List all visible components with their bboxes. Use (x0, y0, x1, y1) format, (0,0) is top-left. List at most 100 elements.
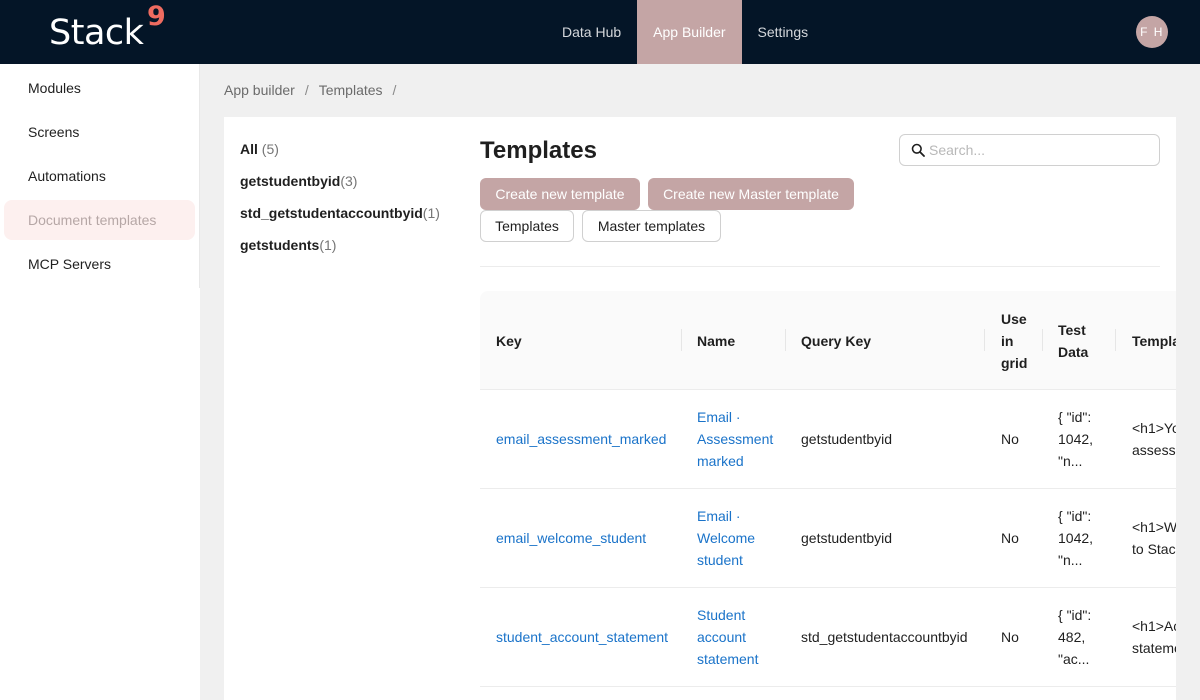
row-test-data: { "id": 482, "ac... (1058, 588, 1091, 686)
cell-line: account (697, 629, 747, 645)
cell-line: Welcome (697, 530, 756, 546)
nav-app-builder[interactable]: App Builder (637, 0, 742, 64)
search-box[interactable] (899, 134, 1160, 166)
breadcrumb-separator: / (392, 82, 397, 98)
sidebar-divider (199, 64, 200, 288)
sidebar-item-document-templates[interactable]: Document templates (4, 200, 195, 240)
filter-label: getstudents (240, 237, 320, 253)
filter-std-getstudentaccountbyid[interactable]: std_getstudentaccountbyid(1) (240, 205, 440, 221)
nav-data-hub[interactable]: Data Hub (546, 0, 637, 64)
header-line: in (1001, 332, 1014, 349)
cell-line: assessment (1132, 442, 1176, 458)
filter-count: (1) (319, 237, 337, 253)
cell-line: to Stack... (1132, 541, 1176, 557)
row-query-key: std_getstudentaccountbyid (801, 629, 968, 645)
row-use-in-grid: No (1001, 629, 1019, 645)
column-separator (1042, 329, 1043, 351)
breadcrumb-templates[interactable]: Templates (319, 82, 383, 98)
sidebar-item-mcp-servers[interactable]: MCP Servers (4, 244, 195, 284)
cell-line: <h1>Your (1132, 420, 1176, 436)
section-divider (480, 266, 1160, 267)
row-template: <h1>Accou statemen... (1132, 588, 1176, 686)
tab-master-templates[interactable]: Master templates (582, 210, 721, 242)
search-input[interactable] (929, 136, 1149, 164)
row-template: <h1>Your assessment (1132, 390, 1176, 488)
cell-line: Student (697, 607, 746, 623)
column-separator (1115, 329, 1116, 351)
filter-label: std_getstudentaccountbyid (240, 205, 423, 221)
user-avatar[interactable]: F H (1136, 16, 1168, 48)
breadcrumb-app-builder[interactable]: App builder (224, 82, 295, 98)
header-line: Data (1058, 343, 1089, 360)
table-row: email_welcome_student Email · Welcome st… (480, 489, 1176, 588)
table-row: student_account_statement Student accoun… (480, 588, 1176, 687)
header-line: Test (1058, 321, 1086, 338)
filter-getstudents[interactable]: getstudents(1) (240, 237, 336, 253)
filter-label: getstudentbyid (240, 173, 341, 189)
row-key-link[interactable]: student_account_statement (496, 588, 668, 686)
top-navigation-bar: Stack 9 Data Hub App Builder Settings F … (0, 0, 1200, 64)
cell-line: "n... (1058, 453, 1083, 469)
sidebar: Modules Screens Automations Document tem… (0, 64, 200, 700)
table-header: Key Name Query Key Use in grid Test Data (480, 291, 1176, 390)
row-key-link[interactable]: email_assessment_marked (496, 390, 666, 488)
nav-settings[interactable]: Settings (742, 0, 825, 64)
cell-line: "n... (1058, 552, 1083, 568)
row-key-link[interactable]: email_welcome_student (496, 489, 646, 587)
row-template: <h1>Welco to Stack... (1132, 489, 1176, 587)
logo-wordmark: Stack (49, 13, 144, 53)
cell-line: Assessment (697, 431, 774, 447)
cell-line: Email · (697, 409, 741, 425)
cell-line: statemen... (1132, 640, 1176, 656)
column-separator (681, 329, 682, 351)
cell-line: { "id": (1058, 409, 1092, 425)
filter-count: (5) (261, 141, 279, 157)
header-line: Use (1001, 310, 1027, 327)
row-name-link[interactable]: Email · Welcome student (697, 489, 755, 587)
cell-line: 1042, (1058, 530, 1094, 546)
column-header-test-data[interactable]: Test Data (1058, 291, 1088, 390)
cell-line: <h1>Accou (1132, 618, 1176, 634)
cell-line: { "id": (1058, 508, 1092, 524)
column-header-key[interactable]: Key (496, 291, 522, 390)
filter-getstudentbyid[interactable]: getstudentbyid(3) (240, 173, 357, 189)
filter-label: All (240, 141, 258, 157)
cell-line: <h1>Welco (1132, 519, 1176, 535)
cell-line: { "id": (1058, 607, 1092, 623)
cell-line: 482, (1058, 629, 1086, 645)
breadcrumb-separator: / (304, 82, 309, 98)
page-title: Templates (480, 137, 597, 164)
filter-count: (3) (340, 173, 358, 189)
row-query-key: getstudentbyid (801, 431, 893, 447)
row-test-data: { "id": 1042, "n... (1058, 390, 1093, 488)
header-line: grid (1001, 354, 1028, 371)
cell-line: 1042, (1058, 431, 1094, 447)
table-row: email_assessment_marked Email · Assessme… (480, 390, 1176, 489)
content-card: All (5) getstudentbyid(3) std_getstudent… (224, 117, 1176, 700)
create-new-template-button[interactable]: Create new template (480, 178, 640, 210)
sidebar-item-modules[interactable]: Modules (4, 68, 195, 108)
tab-templates[interactable]: Templates (480, 210, 574, 242)
cell-line: Email · (697, 508, 741, 524)
column-header-name[interactable]: Name (697, 291, 735, 390)
column-header-use-in-grid[interactable]: Use in grid (1001, 291, 1027, 390)
breadcrumb: App builder / Templates / (224, 82, 406, 98)
row-name-link[interactable]: Email · Assessment marked (697, 390, 773, 488)
row-query-key: getstudentbyid (801, 530, 893, 546)
filter-all[interactable]: All (5) (240, 141, 279, 157)
main-nav: Data Hub App Builder Settings (546, 0, 824, 64)
row-test-data: { "id": 1042, "n... (1058, 489, 1093, 587)
column-separator (984, 329, 985, 351)
cell-line: marked (697, 453, 744, 469)
row-use-in-grid: No (1001, 431, 1019, 447)
sidebar-item-automations[interactable]: Automations (4, 156, 195, 196)
logo-nine-mark: 9 (147, 1, 166, 32)
sidebar-item-screens[interactable]: Screens (4, 112, 195, 152)
cell-line: "ac... (1058, 651, 1090, 667)
row-use-in-grid: No (1001, 530, 1019, 546)
create-new-master-template-button[interactable]: Create new Master template (648, 178, 854, 210)
column-separator (785, 329, 786, 351)
column-header-query-key[interactable]: Query Key (801, 291, 871, 390)
column-header-template[interactable]: Template (1132, 291, 1176, 390)
row-name-link[interactable]: Student account statement (697, 588, 758, 686)
